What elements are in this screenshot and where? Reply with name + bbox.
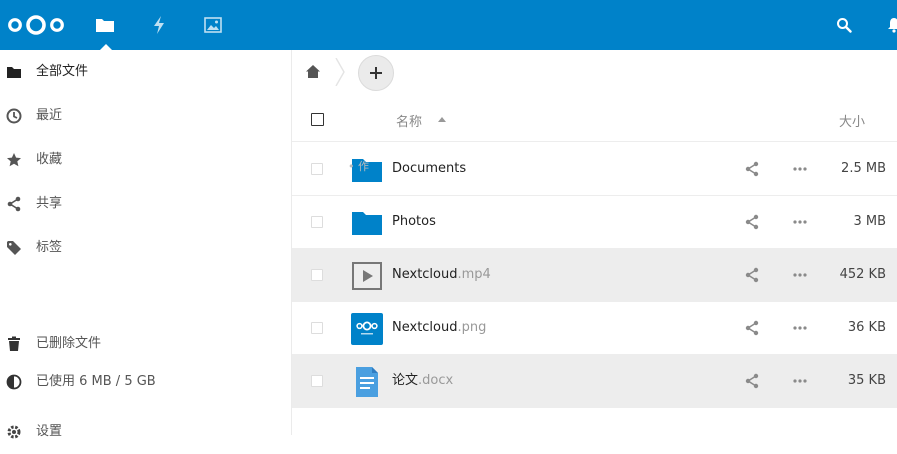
more-options-icon[interactable] bbox=[792, 161, 808, 177]
notifications-button[interactable] bbox=[882, 13, 897, 37]
file-row[interactable]: • 作 Documents 2.5 MB bbox=[292, 143, 897, 196]
notifications-icon bbox=[888, 18, 897, 33]
file-size: 36 KB bbox=[847, 320, 886, 335]
gallery-icon bbox=[204, 17, 222, 33]
app-header bbox=[0, 0, 897, 50]
share-icon[interactable] bbox=[744, 320, 760, 336]
activity-icon bbox=[154, 16, 164, 34]
share-icon[interactable] bbox=[744, 161, 760, 177]
document-file-icon bbox=[356, 367, 378, 397]
file-row[interactable]: Nextcloud.mp4 452 KB bbox=[292, 249, 897, 302]
clock-icon bbox=[5, 107, 23, 125]
more-options-icon[interactable] bbox=[792, 267, 808, 283]
row-checkbox[interactable] bbox=[311, 269, 323, 281]
file-size: 452 KB bbox=[839, 267, 886, 282]
sidebar-item-label: 收藏 bbox=[36, 152, 63, 167]
image-thumbnail-icon bbox=[351, 313, 383, 345]
share-icon[interactable] bbox=[744, 373, 760, 389]
drag-ghost-label: • 作 bbox=[348, 160, 369, 173]
more-options-icon[interactable] bbox=[792, 373, 808, 389]
row-checkbox[interactable] bbox=[311, 375, 323, 387]
search-button[interactable] bbox=[832, 13, 856, 37]
folder-icon bbox=[352, 212, 382, 235]
file-row[interactable]: Photos 3 MB bbox=[292, 196, 897, 249]
sidebar-item-label: 标签 bbox=[36, 240, 63, 255]
file-row[interactable]: Nextcloud.png 36 KB bbox=[292, 302, 897, 355]
sidebar-item-label: 设置 bbox=[36, 424, 63, 439]
share-icon[interactable] bbox=[744, 267, 760, 283]
share-icon bbox=[5, 195, 23, 213]
column-name-header[interactable]: 名称 bbox=[396, 111, 422, 130]
sidebar-item-tags[interactable]: 标签 bbox=[0, 226, 291, 270]
column-size-header[interactable]: 大小 bbox=[839, 111, 865, 130]
nextcloud-logo-icon[interactable] bbox=[5, 13, 67, 37]
file-size: 2.5 MB bbox=[841, 161, 886, 176]
sidebar-item-favorites[interactable]: 收藏 bbox=[0, 138, 291, 182]
sort-ascending-icon bbox=[438, 117, 446, 122]
sidebar-item-all-files[interactable]: 全部文件 bbox=[0, 50, 291, 94]
share-icon[interactable] bbox=[744, 214, 760, 230]
sidebar-item-quota: 已使用 6 MB / 5 GB bbox=[0, 360, 291, 404]
app-activity-button[interactable] bbox=[147, 13, 171, 37]
more-options-icon[interactable] bbox=[792, 214, 808, 230]
app-files-button[interactable] bbox=[93, 13, 117, 37]
file-list-header: 名称 大小 bbox=[292, 96, 897, 142]
row-checkbox[interactable] bbox=[311, 322, 323, 334]
file-name[interactable]: 论文.docx bbox=[392, 373, 453, 389]
quota-icon bbox=[5, 373, 23, 391]
sidebar-item-label: 已删除文件 bbox=[36, 336, 102, 351]
sidebar-item-label: 最近 bbox=[36, 108, 63, 123]
more-options-icon[interactable] bbox=[792, 320, 808, 336]
home-icon[interactable] bbox=[305, 64, 321, 80]
trash-icon bbox=[5, 335, 23, 353]
folder-icon bbox=[5, 63, 23, 81]
file-name[interactable]: Photos bbox=[392, 214, 436, 230]
breadcrumb bbox=[292, 50, 897, 94]
gear-icon bbox=[5, 423, 23, 441]
file-size: 3 MB bbox=[853, 214, 886, 229]
search-icon bbox=[837, 18, 852, 33]
app-gallery-button[interactable] bbox=[201, 13, 225, 37]
app-navigation: 全部文件 最近 收藏 共享 标签 已删除文件 已使用 6 MB / 5 GB 设… bbox=[0, 50, 292, 439]
file-name[interactable]: Documents bbox=[392, 161, 466, 177]
tag-icon bbox=[5, 239, 23, 257]
sidebar-item-recent[interactable]: 最近 bbox=[0, 94, 291, 138]
folder-icon bbox=[96, 19, 114, 32]
select-all-checkbox[interactable] bbox=[311, 113, 324, 126]
breadcrumb-separator-icon bbox=[335, 58, 345, 86]
file-name[interactable]: Nextcloud.png bbox=[392, 320, 486, 336]
sidebar-item-label: 全部文件 bbox=[36, 64, 89, 79]
quota-label: 已使用 6 MB / 5 GB bbox=[36, 374, 156, 389]
files-main-content: 名称 大小 • 作 Documents 2.5 MB Photos 3 MB N… bbox=[292, 50, 897, 435]
new-file-button[interactable] bbox=[358, 55, 394, 91]
row-checkbox[interactable] bbox=[311, 163, 323, 175]
star-icon bbox=[5, 151, 23, 169]
sidebar-item-label: 共享 bbox=[36, 196, 63, 211]
plus-icon bbox=[370, 67, 382, 79]
file-size: 35 KB bbox=[847, 373, 886, 388]
file-name[interactable]: Nextcloud.mp4 bbox=[392, 267, 491, 283]
row-checkbox[interactable] bbox=[311, 216, 323, 228]
file-row[interactable]: 论文.docx 35 KB bbox=[292, 355, 897, 408]
sidebar-item-shares[interactable]: 共享 bbox=[0, 182, 291, 226]
video-file-icon bbox=[352, 262, 382, 290]
sidebar-item-settings[interactable]: 设置 bbox=[0, 410, 291, 454]
